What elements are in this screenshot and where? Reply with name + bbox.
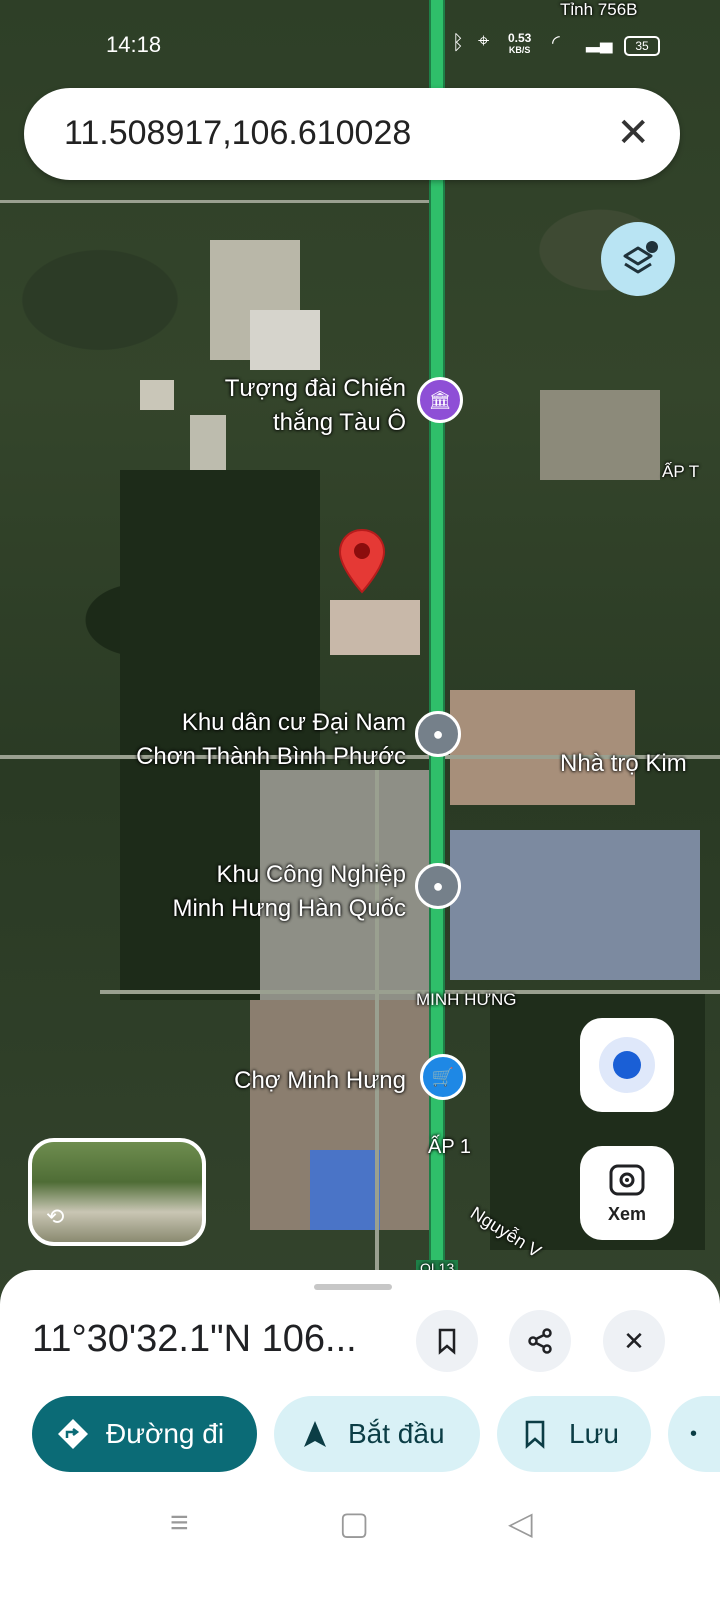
poi-label[interactable]: Chợ Minh Hưng [160,1064,406,1098]
field [250,310,320,370]
status-bar: 14:18 ᛒ ⌖ 0.53 KB/S ◜ ▂▄ 35 [0,0,720,80]
more-icon: • [690,1422,698,1445]
place-icon[interactable]: ● [415,863,461,909]
xem-button[interactable]: Xem [580,1146,674,1240]
battery-icon: 35 [624,36,660,56]
place-icon[interactable]: ● [415,711,461,757]
bookmark-button[interactable] [416,1310,478,1372]
area-label: ẤP 1 [428,1136,471,1158]
highway-ql13 [431,0,443,1300]
monument-icon[interactable]: 🏛 [417,377,463,423]
wifi-icon: ◜ [552,32,560,54]
signal-icon: ▂▄ [586,32,613,52]
more-chip[interactable]: • [668,1396,720,1472]
field [540,390,660,480]
satellite-map[interactable]: Tỉnh 756B ẤP T Tượng đài Chiến thắng Tàu… [0,0,720,1300]
menu-icon[interactable]: ≡ [170,1504,189,1541]
field [330,600,420,655]
navigation-arrow-icon [304,1421,326,1447]
road [100,990,720,994]
close-sheet-button[interactable]: ✕ [603,1310,665,1372]
directions-label: Đường đi [106,1418,225,1449]
home-icon[interactable]: ▢ [339,1504,369,1542]
start-button[interactable]: Bắt đầu [274,1396,480,1472]
layers-icon [623,241,658,274]
back-icon[interactable]: ◁ [508,1504,533,1542]
poi-label-line: Tượng đài Chiến [224,375,406,402]
poi-label-line: Minh Hưng Hàn Quốc [172,895,406,922]
share-icon [528,1328,552,1354]
my-location-button[interactable] [580,1018,674,1112]
area-label: ẤP T [662,462,700,481]
drag-handle[interactable] [314,1284,392,1290]
directions-icon [58,1419,88,1449]
bluetooth-icon: ᛒ [452,32,464,54]
shopping-cart-icon[interactable]: 🛒 [420,1054,466,1100]
location-dot-icon [613,1051,641,1079]
bookmark-icon [438,1328,456,1355]
network-speed: 0.53 KB/S [508,32,531,56]
close-icon: ✕ [623,1325,645,1356]
roofs [310,1150,380,1230]
system-nav-bar: ≡ ▢ ◁ [0,1496,720,1556]
net-speed-value: 0.53 [508,31,532,45]
poi-label-line: Chơn Thành Bình Phước [136,743,406,770]
start-label: Bắt đầu [348,1418,445,1449]
clock: 14:18 [106,32,162,57]
bookmark-icon [525,1420,545,1449]
road [0,200,440,203]
industrial-area [450,830,700,980]
poi-label[interactable]: Khu dân cư Đại Nam Chơn Thành Bình Phước [80,706,406,774]
poi-label-line: thắng Tàu Ô [273,409,406,436]
street-view-thumbnail[interactable]: ⟲ [28,1138,206,1246]
location-icon: ⌖ [478,30,490,52]
poi-label[interactable]: Khu Công Nghiệp Minh Hưng Hàn Quốc [100,858,406,926]
camera-lens-icon [609,1164,645,1196]
place-title: 11°30'32.1"N 106... [32,1318,357,1360]
directions-button[interactable]: Đường đi [32,1396,257,1472]
search-bar[interactable]: 11.508917,106.610028 ✕ [24,88,680,180]
save-button[interactable]: Lưu [497,1396,651,1472]
poi-label[interactable]: Nhà trọ Kim [560,747,687,781]
close-icon[interactable]: ✕ [616,110,650,156]
road [375,770,379,1270]
dropped-pin-icon[interactable] [338,528,386,594]
search-input[interactable]: 11.508917,106.610028 [64,114,411,153]
save-label: Lưu [569,1418,619,1449]
layers-button[interactable] [601,222,675,296]
area-label: MINH HƯNG [416,990,517,1009]
poi-label-line: Khu Công Nghiệp [216,861,406,888]
share-button[interactable] [509,1310,571,1372]
rotate-360-icon: ⟲ [46,1204,65,1229]
poi-label-line: Khu dân cư Đại Nam [181,709,406,736]
poi-label[interactable]: Tượng đài Chiến thắng Tàu Ô [150,372,406,440]
xem-label: Xem [607,1204,647,1224]
net-speed-unit: KB/S [508,45,531,55]
